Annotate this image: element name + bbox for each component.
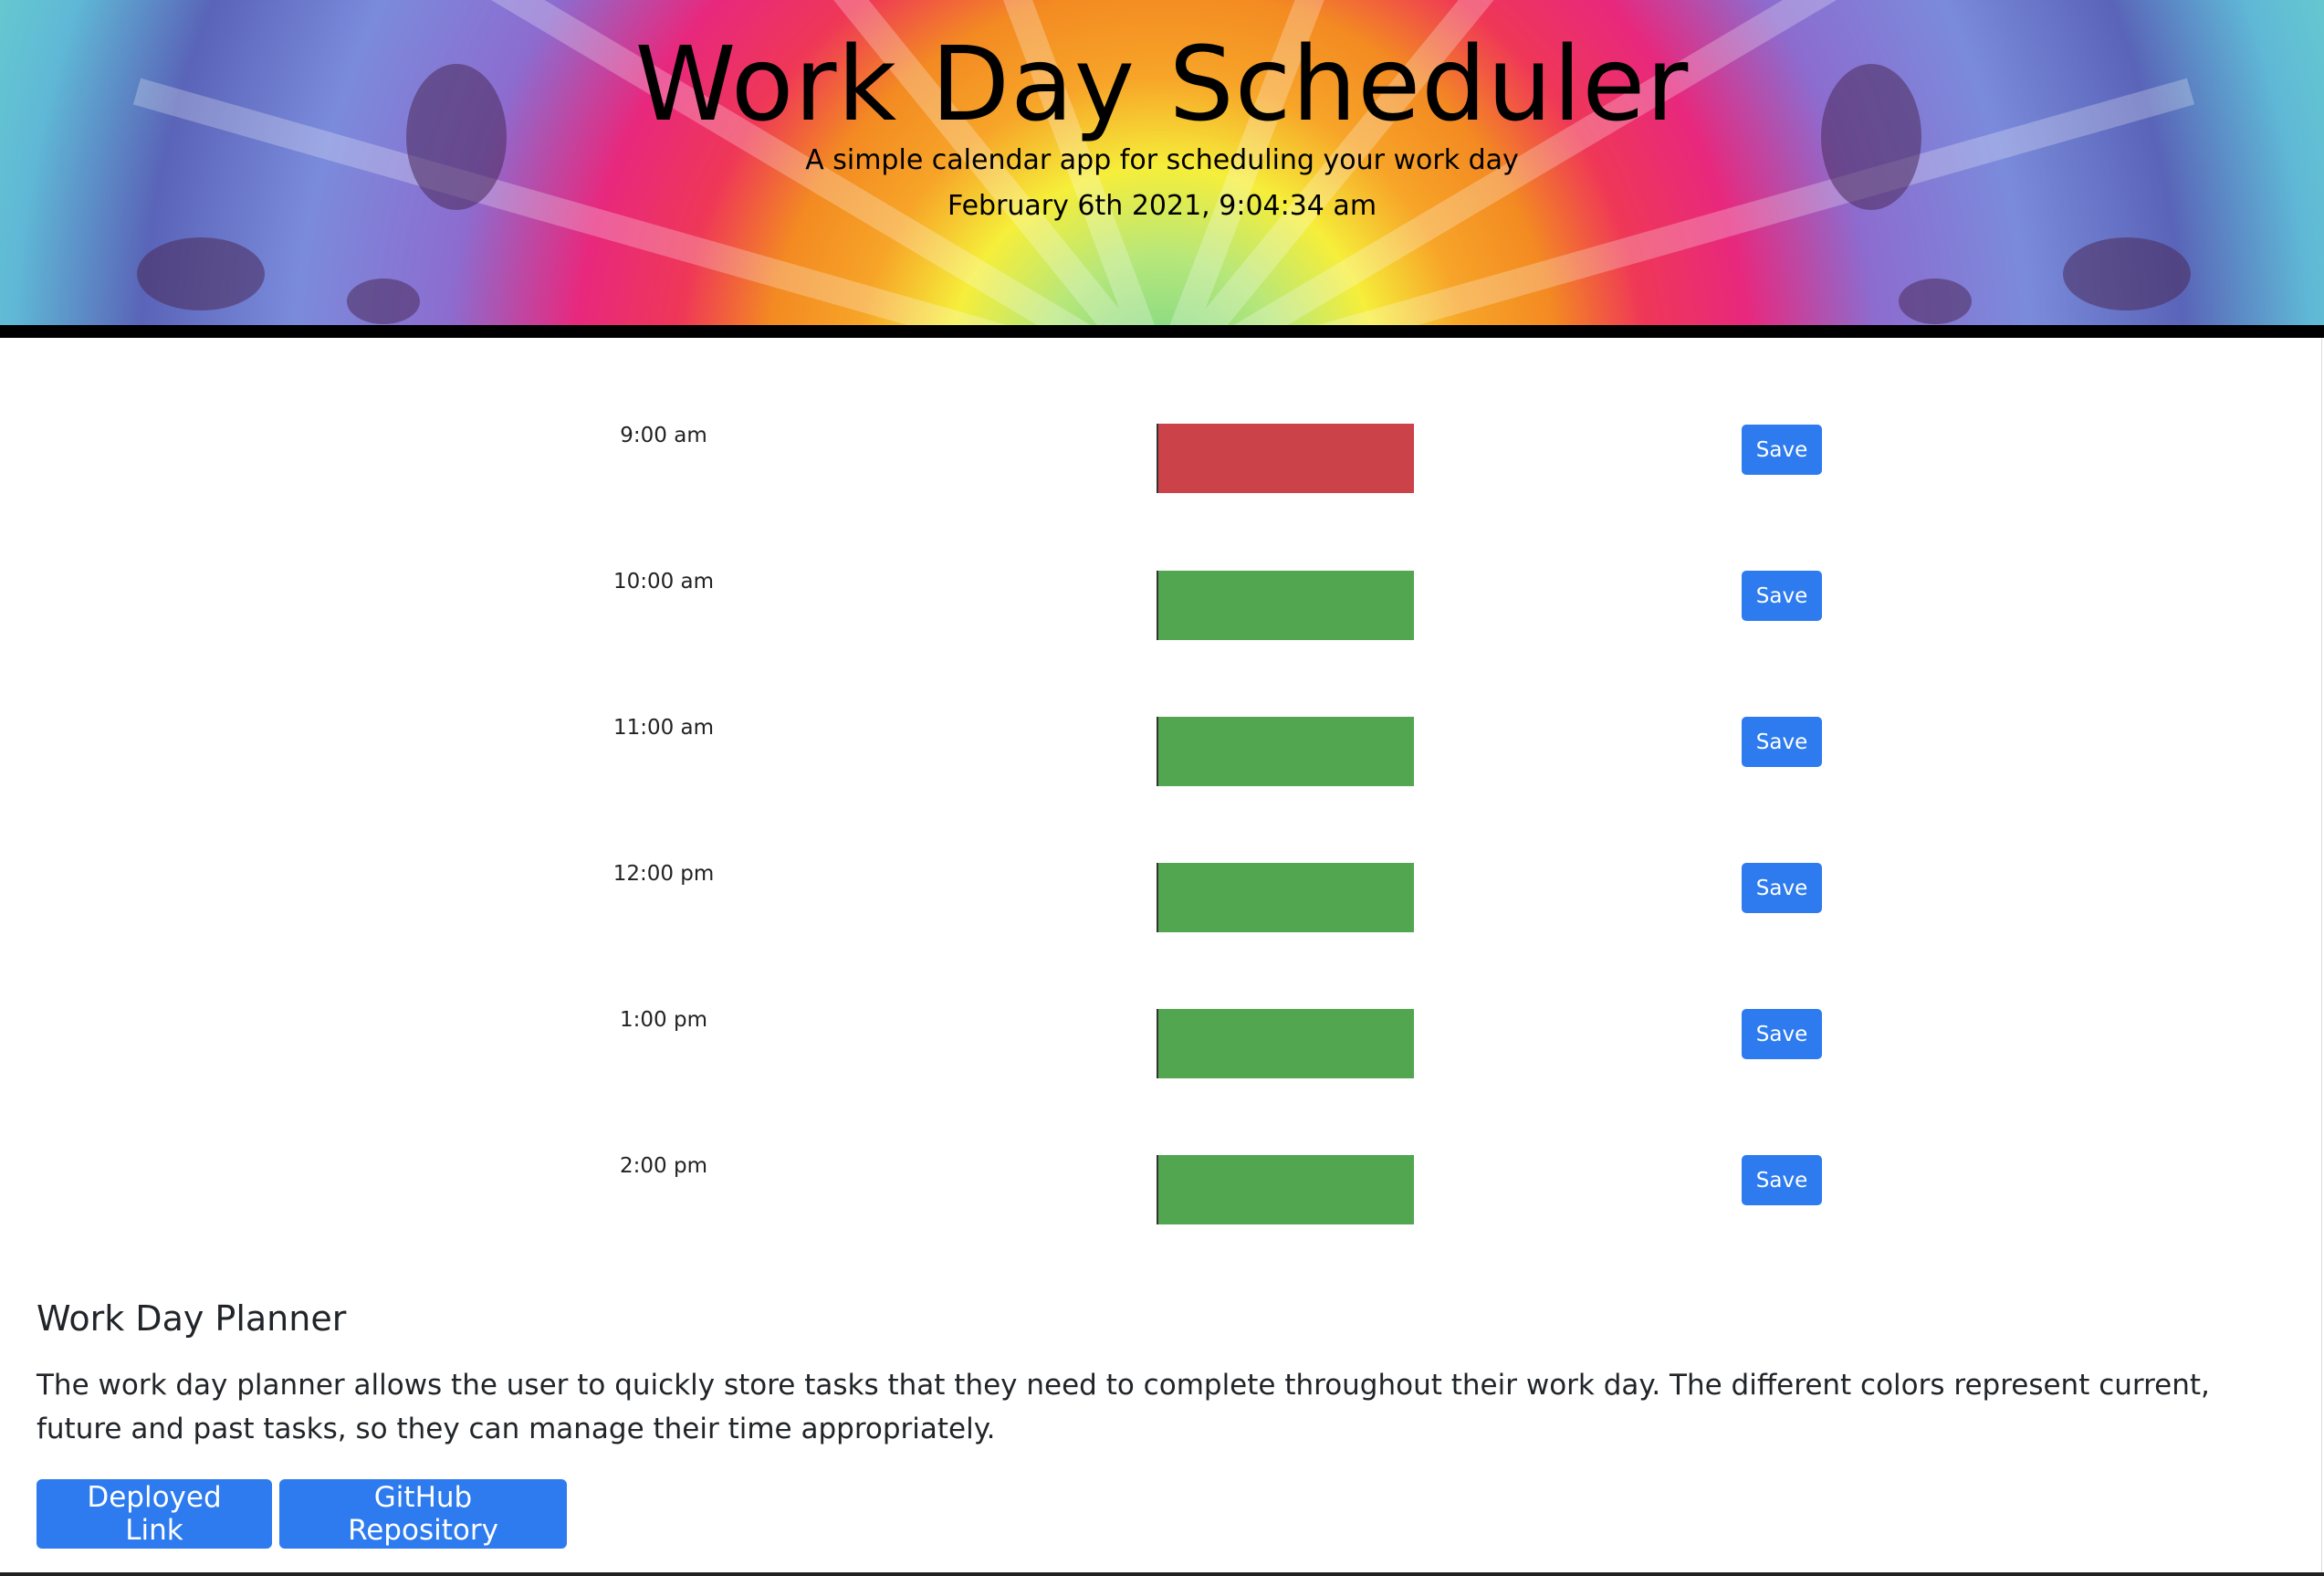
save-button-12pm[interactable]: Save — [1742, 863, 1822, 913]
hour-label-9am: 9:00 am — [620, 424, 707, 447]
hour-label-2pm: 2:00 pm — [620, 1154, 707, 1178]
page-bottom-edge — [0, 1572, 2324, 1576]
save-button-1pm[interactable]: Save — [1742, 1009, 1822, 1059]
planner-heading: Work Day Planner — [37, 1298, 347, 1339]
save-button-2pm[interactable]: Save — [1742, 1155, 1822, 1205]
page-title: Work Day Scheduler — [634, 26, 1690, 144]
header-banner: Work Day Scheduler A simple calendar app… — [0, 0, 2324, 338]
save-button-11am[interactable]: Save — [1742, 717, 1822, 767]
page-subtitle: A simple calendar app for scheduling you… — [805, 144, 1519, 176]
time-block-2pm[interactable] — [1157, 1155, 1414, 1224]
deployed-link-button[interactable]: Deployed Link — [37, 1479, 272, 1549]
page-right-edge — [2321, 338, 2322, 1576]
time-block-12pm[interactable] — [1157, 863, 1414, 932]
time-block-9am[interactable] — [1157, 424, 1414, 493]
time-block-11am[interactable] — [1157, 717, 1414, 786]
save-button-9am[interactable]: Save — [1742, 425, 1822, 475]
hour-label-10am: 10:00 am — [612, 570, 715, 594]
planner-description: The work day planner allows the user to … — [37, 1369, 2210, 1445]
time-block-1pm[interactable] — [1157, 1009, 1414, 1078]
current-datetime: February 6th 2021, 9:04:34 am — [947, 190, 1377, 222]
hour-label-11am: 11:00 am — [612, 716, 715, 740]
save-button-10am[interactable]: Save — [1742, 571, 1822, 621]
hour-label-12pm: 12:00 pm — [612, 862, 715, 886]
hour-label-1pm: 1:00 pm — [620, 1008, 707, 1032]
time-block-10am[interactable] — [1157, 571, 1414, 640]
github-repository-button[interactable]: GitHub Repository — [279, 1479, 567, 1549]
